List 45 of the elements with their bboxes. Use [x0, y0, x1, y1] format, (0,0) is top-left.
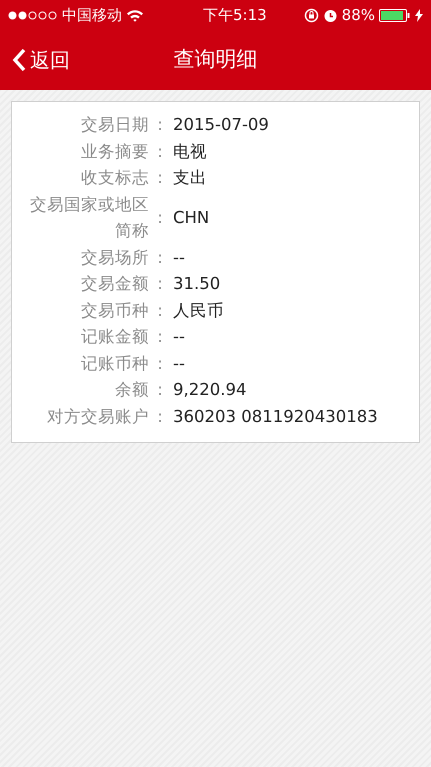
label-colon: : — [156, 114, 164, 136]
label-colon: : — [156, 352, 164, 374]
field-value: -- — [172, 352, 185, 374]
field-value: 2015-07-09 — [172, 114, 269, 136]
field-label: 余额 — [114, 379, 149, 401]
field-value: 9,220.94 — [172, 379, 246, 401]
label-colon: : — [156, 300, 164, 322]
field-value: 电视 — [172, 140, 207, 162]
field-value: 31.50 — [172, 273, 220, 295]
rotation-lock-icon — [304, 8, 319, 22]
field-label: 交易日期 — [80, 114, 149, 136]
label-colon: : — [156, 167, 164, 189]
label-colon: : — [156, 379, 164, 401]
chevron-left-icon — [12, 48, 26, 72]
field-value: 人民币 — [172, 300, 224, 322]
label-colon: : — [156, 406, 164, 428]
charging-icon — [415, 8, 423, 22]
field-value: CHN — [172, 206, 210, 229]
label-colon: : — [156, 273, 164, 295]
field-value: 360203 0811920430183 — [172, 406, 378, 428]
battery-percent: 88% — [342, 4, 375, 26]
field-label: 对方交易账户 — [46, 406, 149, 428]
field-label: 记账币种 — [80, 352, 149, 374]
field-value: 支出 — [172, 167, 207, 189]
field-label: 交易金额 — [80, 273, 149, 295]
page-title: 查询明细 — [174, 46, 258, 74]
carrier-name: 中国移动 — [62, 4, 122, 26]
wifi-icon — [126, 8, 144, 22]
clock-time: 下午5:13 — [202, 4, 267, 26]
field-value: -- — [172, 326, 185, 348]
label-colon: : — [156, 140, 164, 162]
label-colon: : — [156, 206, 164, 229]
field-label: 交易币种 — [80, 300, 149, 322]
label-colon: : — [156, 246, 164, 268]
field-value: -- — [172, 246, 185, 268]
field-label: 记账金额 — [80, 326, 149, 348]
battery-icon — [379, 8, 411, 22]
signal-icon — [8, 10, 58, 20]
label-colon: : — [156, 326, 164, 348]
alarm-icon — [322, 8, 338, 22]
field-label: 业务摘要 — [80, 140, 149, 162]
field-label: 交易场所 — [80, 246, 149, 268]
field-label: 收支标志 — [80, 167, 149, 189]
back-button[interactable]: 返回 — [0, 45, 74, 75]
field-label: 交易国家或地区简称 — [29, 194, 149, 242]
